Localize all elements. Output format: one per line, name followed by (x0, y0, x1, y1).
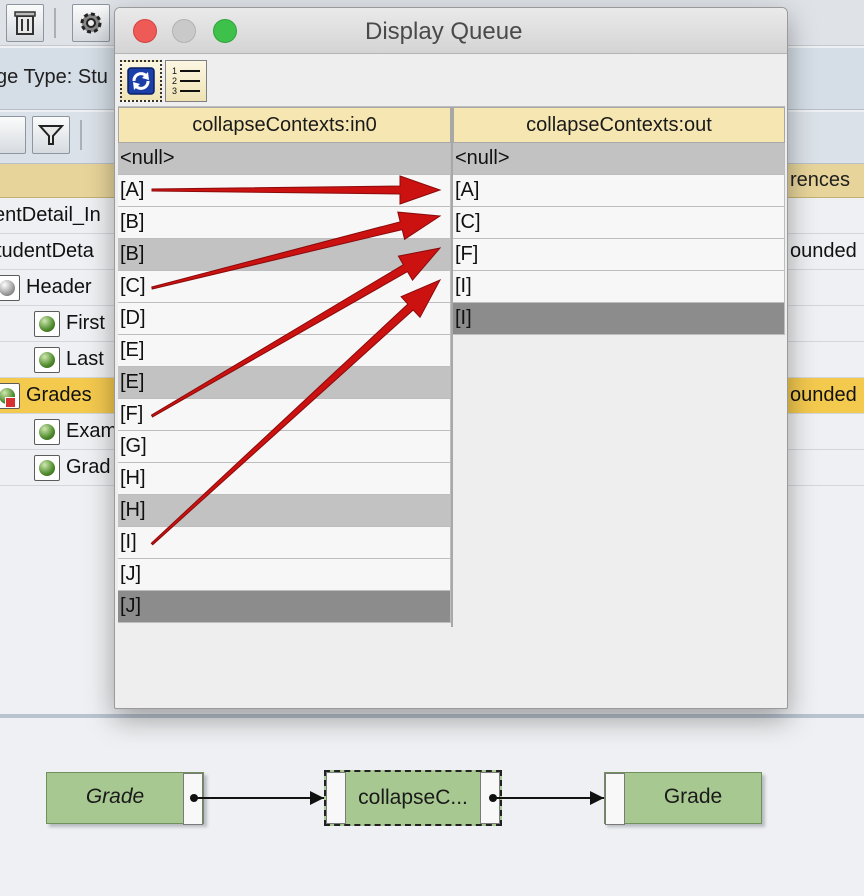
connector-arrowhead (310, 791, 324, 805)
in0-queue-cell: [E] (118, 335, 451, 367)
column-header-out: collapseContexts:out (453, 107, 785, 143)
in0-queue-cell: [E] (118, 367, 451, 399)
close-window-button[interactable] (133, 19, 157, 43)
in0-queue-cell: [D] (118, 303, 451, 335)
in0-queue-cell: [C] (118, 271, 451, 303)
out-queue-cell: [F] (453, 239, 785, 271)
in0-queue-cell: [B] (118, 239, 451, 271)
in0-queue-cell: [J] (118, 591, 451, 623)
out-queue-cell: [I] (453, 271, 785, 303)
numbered-list-icon: 1 2 3 (172, 66, 200, 96)
dialog-toolbar: 1 2 3 (115, 54, 787, 108)
column-header-in0: collapseContexts:in0 (118, 107, 451, 143)
connector-arrowhead (590, 791, 604, 805)
in0-queue-cell: [G] (118, 431, 451, 463)
display-queue-dialog: Display Queue 1 2 3 collapseContexts:in0… (114, 7, 788, 709)
queue-table: collapseContexts:in0 collapseContexts:ou… (118, 106, 785, 708)
context-list-button[interactable]: 1 2 3 (165, 60, 207, 102)
in0-queue-cell: [J] (118, 559, 451, 591)
in0-queue-cell: [I] (118, 527, 451, 559)
in0-queue-cell: [H] (118, 495, 451, 527)
out-queue-cell: [C] (453, 207, 785, 239)
window-title: Display Queue (365, 18, 523, 45)
out-queue-cell: [A] (453, 175, 785, 207)
title-bar[interactable]: Display Queue (115, 8, 787, 54)
in0-queue-cell: [F] (118, 399, 451, 431)
in0-queue-cell: [A] (118, 175, 451, 207)
refresh-button[interactable] (120, 60, 162, 102)
in0-queue-cell: [B] (118, 207, 451, 239)
in0-queue-cell: <null> (118, 143, 451, 175)
maximize-window-button[interactable] (213, 19, 237, 43)
refresh-icon (127, 67, 155, 95)
svg-text:3: 3 (172, 86, 177, 96)
in0-queue-cell: [H] (118, 463, 451, 495)
svg-text:1: 1 (172, 66, 177, 76)
out-queue-cell: [I] (453, 303, 785, 335)
out-queue-cell: <null> (453, 143, 785, 175)
svg-text:2: 2 (172, 76, 177, 86)
minimize-window-button[interactable] (172, 19, 196, 43)
